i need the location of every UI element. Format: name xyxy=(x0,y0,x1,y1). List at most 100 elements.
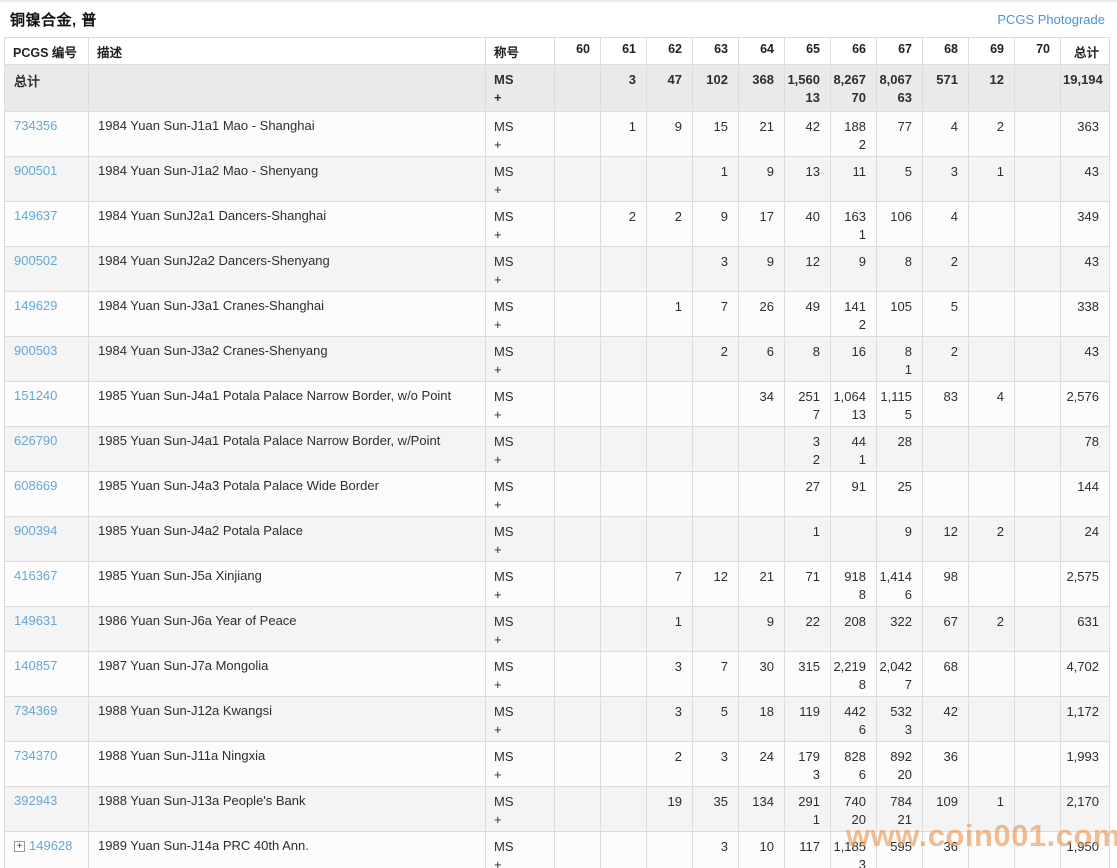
grade-68-cell: 98 xyxy=(923,562,969,607)
grade-count: 9 xyxy=(721,209,728,224)
grade-67-cell: 322 xyxy=(877,607,923,652)
table-row: 7343561984 Yuan Sun-J1a1 Mao - ShanghaiM… xyxy=(5,112,1110,157)
row-total-cell: 349 xyxy=(1061,202,1110,247)
grade-60-cell xyxy=(555,292,601,337)
grade-count: 67 xyxy=(944,614,958,629)
row-total: 1,993 xyxy=(1066,749,1099,764)
pcgs-number-link[interactable]: 900503 xyxy=(14,343,57,358)
grade-70-cell xyxy=(1015,517,1061,562)
grade-count: 134 xyxy=(752,794,774,809)
grade-67-cell: 25 xyxy=(877,472,923,517)
pcgs-number-link[interactable]: 734370 xyxy=(14,748,57,763)
grade-62-cell: 47 xyxy=(647,65,693,112)
grade-count: 8,267 xyxy=(833,72,866,87)
table-row: 4163671985 Yuan Sun-J5a XinjiangMS+71221… xyxy=(5,562,1110,607)
pcgs-number-link[interactable]: 734369 xyxy=(14,703,57,718)
pcgs-number-link[interactable]: 149637 xyxy=(14,208,57,223)
designation-cell: MS+ xyxy=(486,607,555,652)
pcgs-number-link[interactable]: 608669 xyxy=(14,478,57,493)
grade-68-cell: 2 xyxy=(923,337,969,382)
pcgs-photograde-link[interactable]: PCGS Photograde xyxy=(997,12,1105,27)
grade-count: 2 xyxy=(675,209,682,224)
row-total: 43 xyxy=(1085,254,1099,269)
grade-count: 8 xyxy=(905,344,912,359)
description-cell: 1985 Yuan Sun-J4a2 Potala Palace xyxy=(89,517,486,562)
pcgs-id-cell: 626790 xyxy=(5,427,89,472)
designation-plus: + xyxy=(494,721,546,739)
row-total-cell: 1,993 xyxy=(1061,742,1110,787)
pcgs-number-link[interactable]: 900502 xyxy=(14,253,57,268)
pcgs-number-link[interactable]: 149629 xyxy=(14,298,57,313)
grade-67-cell: 1,4146 xyxy=(877,562,923,607)
designation-plus: + xyxy=(494,406,546,424)
pcgs-number-link[interactable]: 900501 xyxy=(14,163,57,178)
expand-icon[interactable]: + xyxy=(14,841,25,852)
grade-count: 9 xyxy=(905,524,912,539)
grade-68-cell: 42 xyxy=(923,697,969,742)
grade-63-cell: 3 xyxy=(693,247,739,292)
designation-cell: MS+ xyxy=(486,472,555,517)
grade-count: 2 xyxy=(997,119,1004,134)
grade-66-cell: 74020 xyxy=(831,787,877,832)
grade-count: 2 xyxy=(675,749,682,764)
pcgs-number-link[interactable]: 140857 xyxy=(14,658,57,673)
grade-64-cell: 21 xyxy=(739,562,785,607)
designation-ms: MS xyxy=(494,748,546,766)
grade-plus-count: 7 xyxy=(787,406,820,424)
grade-69-cell: 4 xyxy=(969,382,1015,427)
pcgs-number-link[interactable]: 734356 xyxy=(14,118,57,133)
pcgs-number-link[interactable]: 626790 xyxy=(14,433,57,448)
table-row: 1496311986 Yuan Sun-J6a Year of PeaceMS+… xyxy=(5,607,1110,652)
pcgs-number-link[interactable]: 151240 xyxy=(14,388,57,403)
grade-63-cell: 5 xyxy=(693,697,739,742)
grade-63-cell: 7 xyxy=(693,292,739,337)
pcgs-number-link[interactable]: 392943 xyxy=(14,793,57,808)
row-total-cell: 1,172 xyxy=(1061,697,1110,742)
table-row: 9003941985 Yuan Sun-J4a2 Potala PalaceMS… xyxy=(5,517,1110,562)
grade-67-cell: 595 xyxy=(877,832,923,868)
designation-ms: MS xyxy=(494,838,546,856)
grade-count: 3 xyxy=(951,164,958,179)
designation-plus: + xyxy=(494,856,546,868)
grade-60-cell xyxy=(555,382,601,427)
grade-69-cell: 12 xyxy=(969,65,1015,112)
table-header: PCGS 编号描述称号6061626364656667686970总计 xyxy=(5,38,1110,65)
designation-ms: MS xyxy=(494,298,546,316)
description-cell xyxy=(89,65,486,112)
pcgs-number-link[interactable]: 416367 xyxy=(14,568,57,583)
grade-69-cell xyxy=(969,652,1015,697)
grade-count: 44 xyxy=(852,434,866,449)
grade-67-cell: 1,1155 xyxy=(877,382,923,427)
row-total: 24 xyxy=(1085,524,1099,539)
row-total-cell: 2,576 xyxy=(1061,382,1110,427)
pcgs-number-link[interactable]: 900394 xyxy=(14,523,57,538)
grade-count: 2 xyxy=(997,524,1004,539)
grade-70-cell xyxy=(1015,247,1061,292)
pcgs-number-link[interactable]: 149628 xyxy=(29,838,72,853)
grade-count: 740 xyxy=(844,794,866,809)
grade-69-cell xyxy=(969,202,1015,247)
grade-66-cell: 9 xyxy=(831,247,877,292)
grade-62-cell xyxy=(647,472,693,517)
grade-count: 1,115 xyxy=(880,389,912,404)
grade-66-cell: 9188 xyxy=(831,562,877,607)
column-header: 70 xyxy=(1015,38,1061,65)
grade-66-cell: 441 xyxy=(831,427,877,472)
grade-68-cell: 4 xyxy=(923,112,969,157)
grade-count: 141 xyxy=(844,299,866,314)
pcgs-number-link[interactable]: 149631 xyxy=(14,613,57,628)
grade-68-cell: 12 xyxy=(923,517,969,562)
designation-plus: + xyxy=(494,136,546,154)
grade-count: 17 xyxy=(760,209,774,224)
table-row: 1408571987 Yuan Sun-J7a MongoliaMS+37303… xyxy=(5,652,1110,697)
grade-64-cell xyxy=(739,472,785,517)
grade-66-cell: 8,26770 xyxy=(831,65,877,112)
grade-62-cell xyxy=(647,247,693,292)
grade-62-cell xyxy=(647,517,693,562)
grade-65-cell: 1,56013 xyxy=(785,65,831,112)
grade-count: 42 xyxy=(944,704,958,719)
designation-plus: + xyxy=(494,676,546,694)
grade-62-cell xyxy=(647,337,693,382)
grade-count: 179 xyxy=(798,749,820,764)
grade-plus-count: 1 xyxy=(833,226,866,244)
